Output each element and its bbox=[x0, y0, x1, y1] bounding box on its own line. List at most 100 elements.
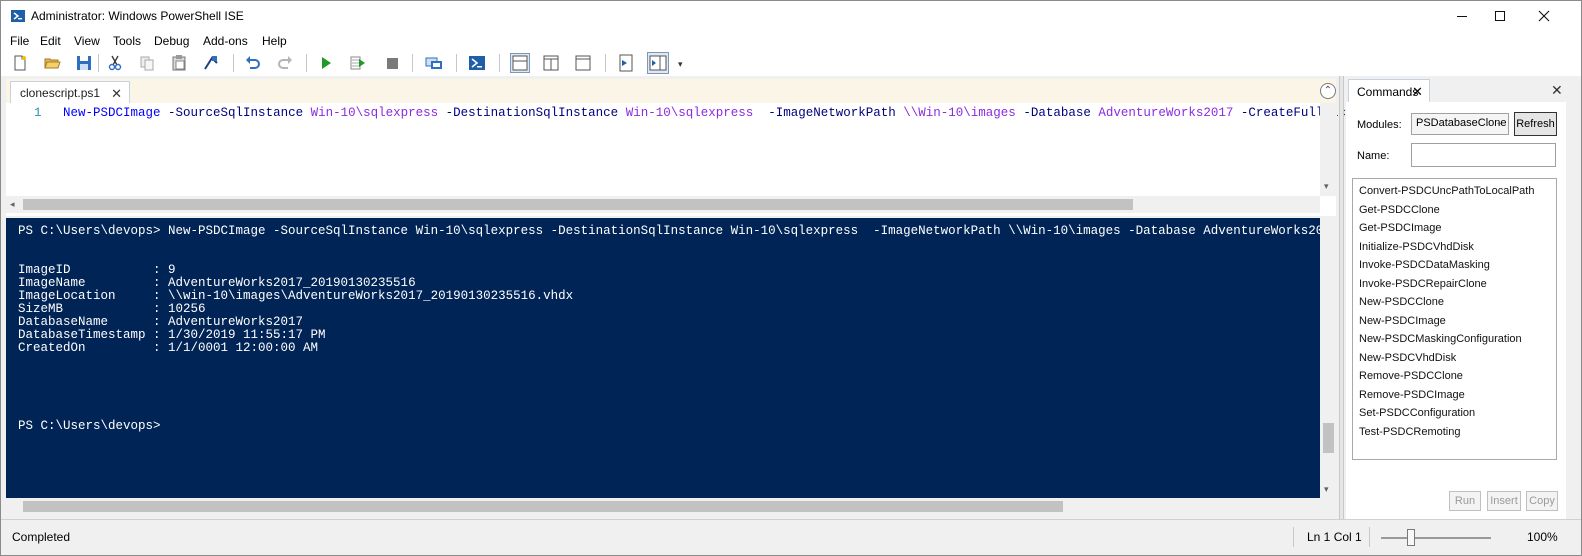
collapse-script-pane-button[interactable]: ⌃ bbox=[1320, 83, 1336, 99]
cut-icon[interactable] bbox=[106, 54, 124, 72]
list-item[interactable]: New-PSDCMaskingConfiguration bbox=[1359, 333, 1522, 345]
menu-view[interactable]: View bbox=[74, 34, 100, 48]
list-item[interactable]: Get-PSDCImage bbox=[1359, 222, 1442, 234]
menu-debug[interactable]: Debug bbox=[154, 34, 189, 48]
show-command-addon-icon[interactable] bbox=[647, 52, 669, 74]
toolbar: ▾ bbox=[1, 51, 1581, 76]
status-bar: Completed Ln 1 Col 1 100% bbox=[1, 519, 1581, 555]
name-filter-input[interactable] bbox=[1411, 143, 1556, 167]
list-item[interactable]: Invoke-PSDCRepairClone bbox=[1359, 278, 1487, 290]
scroll-left-icon[interactable]: ◂ bbox=[10, 199, 15, 210]
tab-commands[interactable]: Commands ✕ bbox=[1348, 79, 1430, 102]
console-line: ImageName : AdventureWorks2017_201901302… bbox=[18, 276, 416, 290]
layout-script-right-icon[interactable] bbox=[542, 54, 560, 72]
new-file-icon[interactable] bbox=[11, 54, 29, 72]
list-item[interactable]: Remove-PSDCImage bbox=[1359, 389, 1465, 401]
commands-vertical-scrollbar[interactable] bbox=[1567, 76, 1581, 519]
menu-edit[interactable]: Edit bbox=[40, 34, 61, 48]
list-item[interactable]: Test-PSDCRemoting bbox=[1359, 426, 1460, 438]
menu-bar: File Edit View Tools Debug Add-ons Help bbox=[1, 31, 1581, 51]
scroll-down-icon[interactable]: ▾ bbox=[1324, 484, 1329, 495]
console-line: ImageID : 9 bbox=[18, 263, 176, 277]
save-icon[interactable] bbox=[75, 54, 93, 72]
command-list[interactable]: Convert-PSDCUncPathToLocalPath Get-PSDCC… bbox=[1352, 178, 1557, 460]
open-folder-icon[interactable] bbox=[43, 54, 61, 72]
menu-tools[interactable]: Tools bbox=[113, 34, 141, 48]
run-button[interactable]: Run bbox=[1449, 491, 1481, 511]
list-item[interactable]: Convert-PSDCUncPathToLocalPath bbox=[1359, 185, 1534, 197]
console-line: ImageLocation : \\win-10\images\Adventur… bbox=[18, 289, 574, 303]
console-vertical-scrollbar[interactable]: ▾ bbox=[1320, 218, 1337, 498]
refresh-button[interactable]: Refresh bbox=[1514, 112, 1557, 136]
console-horizontal-scrollbar[interactable] bbox=[6, 498, 1320, 515]
close-commands-tab-icon[interactable]: ✕ bbox=[1412, 84, 1423, 100]
powershell-ise-window: Administrator: Windows PowerShell ISE Fi… bbox=[0, 0, 1582, 556]
modules-label: Modules: bbox=[1357, 119, 1402, 131]
run-selection-tool-icon[interactable] bbox=[202, 54, 220, 72]
menu-add-ons[interactable]: Add-ons bbox=[203, 34, 248, 48]
show-script-pane-icon[interactable] bbox=[617, 54, 635, 72]
line-number: 1 bbox=[34, 106, 42, 120]
token-param: -Database bbox=[1023, 106, 1091, 120]
modules-select-value: PSDatabaseClone bbox=[1416, 117, 1507, 129]
modules-select[interactable]: PSDatabaseClone ⌄ bbox=[1411, 113, 1509, 135]
zoom-slider-thumb[interactable] bbox=[1407, 529, 1415, 546]
console-prompt: PS C:\Users\devops> bbox=[18, 419, 161, 433]
commands-body: Modules: PSDatabaseClone ⌄ Refresh Name:… bbox=[1346, 102, 1566, 519]
close-icon bbox=[1538, 10, 1550, 22]
list-item[interactable]: Set-PSDCConfiguration bbox=[1359, 407, 1475, 419]
redo-icon[interactable] bbox=[276, 54, 294, 72]
run-script-icon[interactable] bbox=[317, 54, 335, 72]
list-item[interactable]: New-PSDCVhdDisk bbox=[1359, 352, 1456, 364]
scroll-thumb[interactable] bbox=[23, 199, 1133, 210]
stop-icon[interactable] bbox=[383, 54, 401, 72]
scroll-down-icon[interactable]: ▾ bbox=[1324, 181, 1329, 192]
powershell-console-icon[interactable] bbox=[468, 54, 486, 72]
console-line: SizeMB : 10256 bbox=[18, 302, 206, 316]
scroll-thumb[interactable] bbox=[1323, 423, 1334, 453]
pane-splitter[interactable] bbox=[1339, 76, 1344, 519]
list-item[interactable]: New-PSDCClone bbox=[1359, 296, 1444, 308]
close-tab-icon[interactable]: ✕ bbox=[111, 86, 122, 102]
layout-script-top-icon[interactable] bbox=[510, 53, 530, 73]
chevron-down-icon: ⌄ bbox=[1495, 117, 1503, 127]
token-param: -SourceSqlInstance bbox=[168, 106, 304, 120]
toolbar-overflow-icon[interactable]: ▾ bbox=[678, 59, 683, 70]
list-item[interactable]: Invoke-PSDCDataMasking bbox=[1359, 259, 1490, 271]
layout-script-maximized-icon[interactable] bbox=[574, 54, 592, 72]
undo-icon[interactable] bbox=[244, 54, 262, 72]
remote-powershell-icon[interactable] bbox=[425, 54, 443, 72]
status-text: Completed bbox=[12, 530, 71, 544]
commands-panel: Commands ✕ ✕ Modules: PSDatabaseClone ⌄ … bbox=[1346, 76, 1566, 519]
list-item[interactable]: Remove-PSDCClone bbox=[1359, 370, 1463, 382]
list-item[interactable]: New-PSDCImage bbox=[1359, 315, 1446, 327]
paste-icon[interactable] bbox=[170, 54, 188, 72]
maximize-button[interactable] bbox=[1477, 1, 1523, 31]
script-vertical-scrollbar[interactable]: ▾ bbox=[1320, 103, 1337, 196]
run-selection-icon[interactable] bbox=[349, 54, 367, 72]
menu-help[interactable]: Help bbox=[262, 34, 287, 48]
scroll-thumb[interactable] bbox=[23, 501, 1063, 512]
insert-button[interactable]: Insert bbox=[1487, 491, 1521, 511]
console-line: DatabaseName : AdventureWorks2017 bbox=[18, 315, 304, 329]
title-bar: Administrator: Windows PowerShell ISE bbox=[1, 1, 1581, 31]
copy-icon[interactable] bbox=[138, 54, 156, 72]
script-horizontal-scrollbar[interactable]: ◂ bbox=[6, 196, 1320, 213]
script-tab-strip: clonescript.ps1 ✕ bbox=[6, 79, 1336, 103]
copy-button[interactable]: Copy bbox=[1526, 491, 1558, 511]
list-item[interactable]: Get-PSDCClone bbox=[1359, 204, 1440, 216]
close-window-button[interactable] bbox=[1521, 1, 1567, 31]
close-panel-icon[interactable]: ✕ bbox=[1551, 82, 1563, 99]
token-arg: Win-10\sqlexpress bbox=[310, 106, 439, 120]
console-line: CreatedOn : 1/1/0001 12:00:00 AM bbox=[18, 341, 319, 355]
minimize-icon bbox=[1457, 16, 1467, 17]
name-label: Name: bbox=[1357, 150, 1390, 162]
token-param: -DestinationSqlInstance bbox=[445, 106, 619, 120]
list-item[interactable]: Initialize-PSDCVhdDisk bbox=[1359, 241, 1474, 253]
script-line-1[interactable]: New-PSDCImage -SourceSqlInstance Win-10\… bbox=[63, 106, 1368, 120]
zoom-slider-track[interactable] bbox=[1381, 537, 1491, 539]
commands-tab-label: Commands bbox=[1357, 85, 1419, 99]
console-pane[interactable]: PS C:\Users\devops> New-PSDCImage -Sourc… bbox=[6, 218, 1320, 498]
tab-clonescript[interactable]: clonescript.ps1 ✕ bbox=[10, 81, 130, 103]
menu-file[interactable]: File bbox=[10, 34, 29, 48]
